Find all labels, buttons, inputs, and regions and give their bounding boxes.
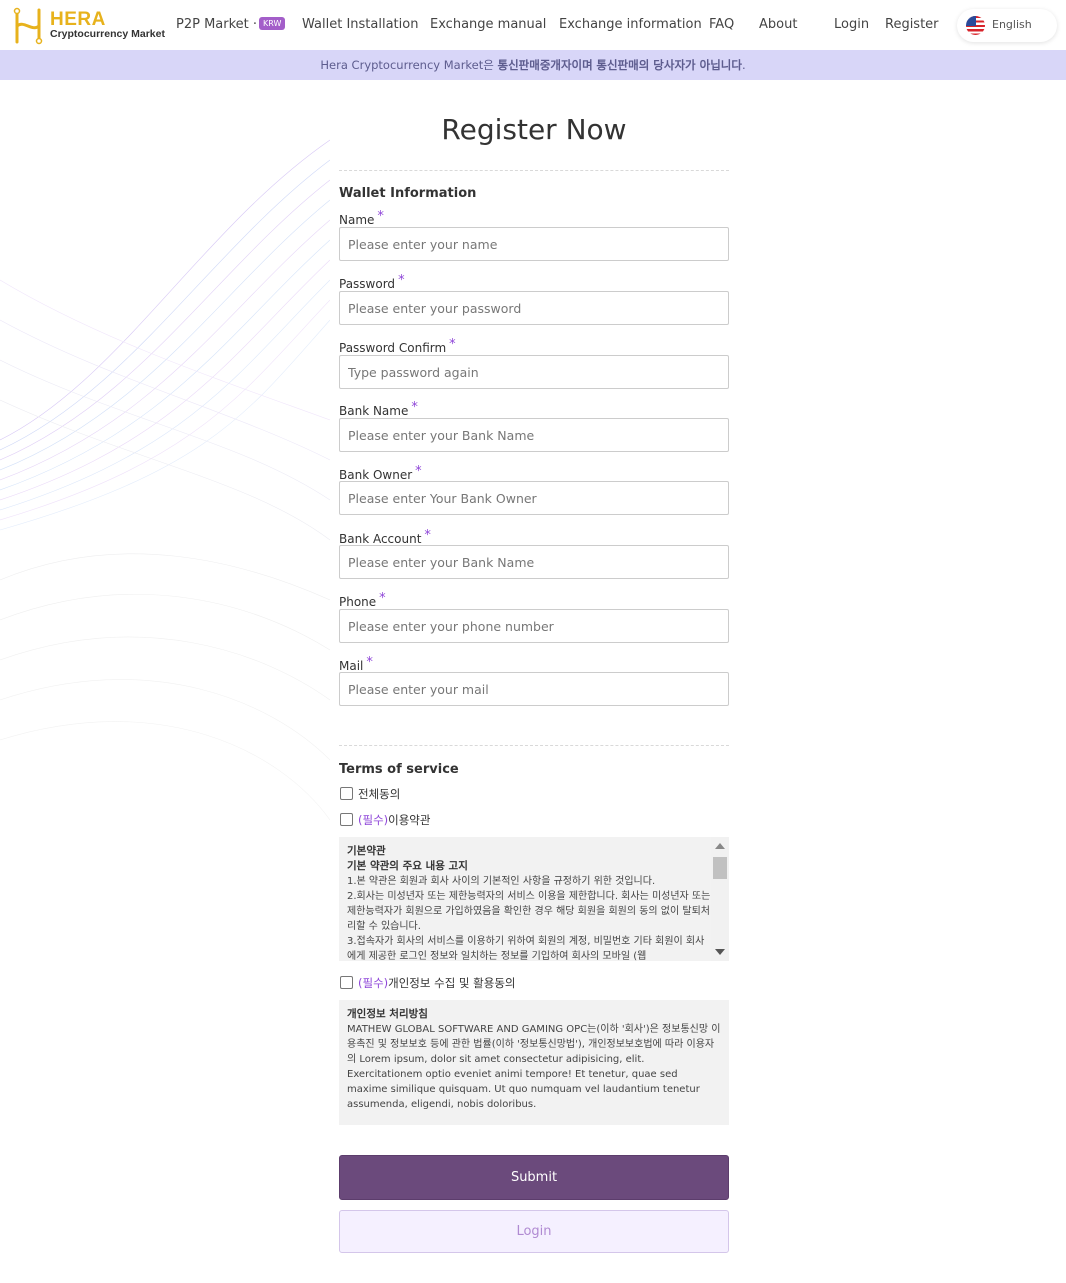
privacy-policy-content: 개인정보 처리방침 MATHEW GLOBAL SOFTWARE AND GAM… xyxy=(347,1007,721,1112)
brand-tagline: Cryptocurrency Market xyxy=(50,28,165,40)
hera-logo[interactable]: HERA Cryptocurrency Market xyxy=(10,7,165,45)
bank-account-label: Bank Account * xyxy=(339,528,431,546)
phone-input[interactable] xyxy=(339,609,729,643)
phone-label: Phone * xyxy=(339,591,386,609)
phone-label-text: Phone xyxy=(339,595,377,609)
bank-owner-input[interactable] xyxy=(339,481,729,515)
scroll-down-arrow-icon[interactable] xyxy=(715,949,725,955)
terms-heading: 기본약관 xyxy=(347,845,386,857)
checkbox-box[interactable] xyxy=(340,787,353,800)
terms-subheading: 기본 약관의 주요 내용 고지 xyxy=(347,860,468,872)
password-confirm-input[interactable] xyxy=(339,355,729,389)
password-label-text: Password xyxy=(339,277,396,291)
terms-of-service-heading: Terms of service xyxy=(339,762,459,777)
nav-p2p-market[interactable]: P2P Market · KRW xyxy=(176,17,286,32)
required-mark: * xyxy=(415,464,422,479)
nav-about[interactable]: About xyxy=(759,17,797,32)
password-confirm-label-text: Password Confirm xyxy=(339,341,447,355)
nav-p2p-market-label: P2P Market · xyxy=(176,17,258,32)
privacy-body: MATHEW GLOBAL SOFTWARE AND GAMING OPC는(이… xyxy=(347,1024,721,1110)
login-button[interactable]: Login xyxy=(339,1210,729,1253)
us-flag-icon xyxy=(966,16,985,35)
required-mark: * xyxy=(398,273,405,288)
nav-exchange-information[interactable]: Exchange information xyxy=(559,17,702,32)
terms-scrollbar[interactable] xyxy=(711,837,729,961)
terms-of-use-checkbox[interactable]: (필수)이용약관 xyxy=(339,812,459,828)
mail-label-text: Mail xyxy=(339,659,364,673)
language-selector[interactable]: English xyxy=(957,9,1057,42)
terms-item: 1.본 약관은 회원과 회사 사이의 기본적인 사항을 규정하기 위한 것입니다… xyxy=(347,876,656,887)
scroll-thumb[interactable] xyxy=(713,857,727,879)
checkbox-box[interactable] xyxy=(340,976,353,989)
top-navigation-bar: HERA Cryptocurrency Market P2P Market · K… xyxy=(0,0,1066,50)
notice-banner: Hera Cryptocurrency Market은 통신판매중개자이며 통신… xyxy=(0,50,1066,80)
required-tag: (필수) xyxy=(358,976,389,990)
required-mark: * xyxy=(449,337,456,352)
nav-exchange-manual[interactable]: Exchange manual xyxy=(430,17,546,32)
page-title: Register Now xyxy=(441,113,627,146)
nav-wallet-installation[interactable]: Wallet Installation xyxy=(302,17,418,32)
terms-of-use-content: 기본약관 기본 약관의 주요 내용 고지 1.본 약관은 회원과 회사 사이의 … xyxy=(347,844,711,961)
required-tag: (필수) xyxy=(358,813,389,827)
bank-account-input[interactable] xyxy=(339,545,729,579)
name-label: Name * xyxy=(339,209,384,227)
privacy-consent-text: 개인정보 수집 및 활용동의 xyxy=(388,976,516,990)
nav-faq[interactable]: FAQ xyxy=(709,17,734,32)
agree-all-checkbox[interactable]: 전체동의 xyxy=(339,786,439,802)
divider xyxy=(339,170,729,171)
agree-all-label: 전체동의 xyxy=(358,787,401,801)
divider xyxy=(339,745,729,746)
required-mark: * xyxy=(411,400,418,415)
bank-owner-label: Bank Owner * xyxy=(339,464,422,482)
bank-name-label-text: Bank Name xyxy=(339,404,409,418)
krw-badge: KRW xyxy=(259,17,286,30)
notice-prefix: Hera Cryptocurrency Market은 xyxy=(320,58,498,72)
bank-owner-label-text: Bank Owner xyxy=(339,468,413,482)
background-wave-decoration xyxy=(0,139,330,821)
bank-account-label-text: Bank Account xyxy=(339,532,422,546)
wallet-information-heading: Wallet Information xyxy=(339,186,477,201)
notice-suffix: . xyxy=(741,58,746,72)
submit-button[interactable]: Submit xyxy=(339,1155,729,1200)
terms-item: 2.회사는 미성년자 또는 제한능력자의 서비스 이용을 제한합니다. 회사는 … xyxy=(347,891,711,932)
hera-logo-icon xyxy=(13,7,43,45)
bank-name-label: Bank Name * xyxy=(339,400,418,418)
required-mark: * xyxy=(379,591,386,606)
scroll-up-arrow-icon[interactable] xyxy=(715,843,725,849)
mail-input[interactable] xyxy=(339,672,729,706)
password-label: Password * xyxy=(339,273,405,291)
language-label: English xyxy=(992,18,1032,31)
name-label-text: Name xyxy=(339,213,375,227)
terms-of-use-text: 이용약관 xyxy=(388,813,431,827)
required-mark: * xyxy=(424,528,431,543)
nav-register[interactable]: Register xyxy=(885,17,939,32)
privacy-consent-label: (필수)개인정보 수집 및 활용동의 xyxy=(358,975,516,991)
notice-bold-1: 통신판매중개자이며 xyxy=(497,58,593,72)
terms-item: 3.접속자가 회사의 서비스를 이용하기 위하여 회원의 계정, 비밀번호 기타… xyxy=(347,936,705,961)
privacy-heading: 개인정보 처리방침 xyxy=(347,1008,428,1020)
privacy-consent-checkbox[interactable]: (필수)개인정보 수집 및 활용동의 xyxy=(339,975,539,991)
required-mark: * xyxy=(377,209,384,224)
terms-of-use-label: (필수)이용약관 xyxy=(358,812,430,828)
password-input[interactable] xyxy=(339,291,729,325)
privacy-policy-textbox[interactable]: 개인정보 처리방침 MATHEW GLOBAL SOFTWARE AND GAM… xyxy=(339,1000,729,1125)
notice-bold-2: 통신판매의 당사자가 아닙니다 xyxy=(596,58,742,72)
mail-label: Mail * xyxy=(339,655,373,673)
checkbox-box[interactable] xyxy=(340,813,353,826)
required-mark: * xyxy=(366,655,373,670)
bank-name-input[interactable] xyxy=(339,418,729,452)
nav-login[interactable]: Login xyxy=(834,17,869,32)
name-input[interactable] xyxy=(339,227,729,261)
password-confirm-label: Password Confirm * xyxy=(339,337,456,355)
terms-of-use-textbox[interactable]: 기본약관 기본 약관의 주요 내용 고지 1.본 약관은 회원과 회사 사이의 … xyxy=(339,837,729,961)
